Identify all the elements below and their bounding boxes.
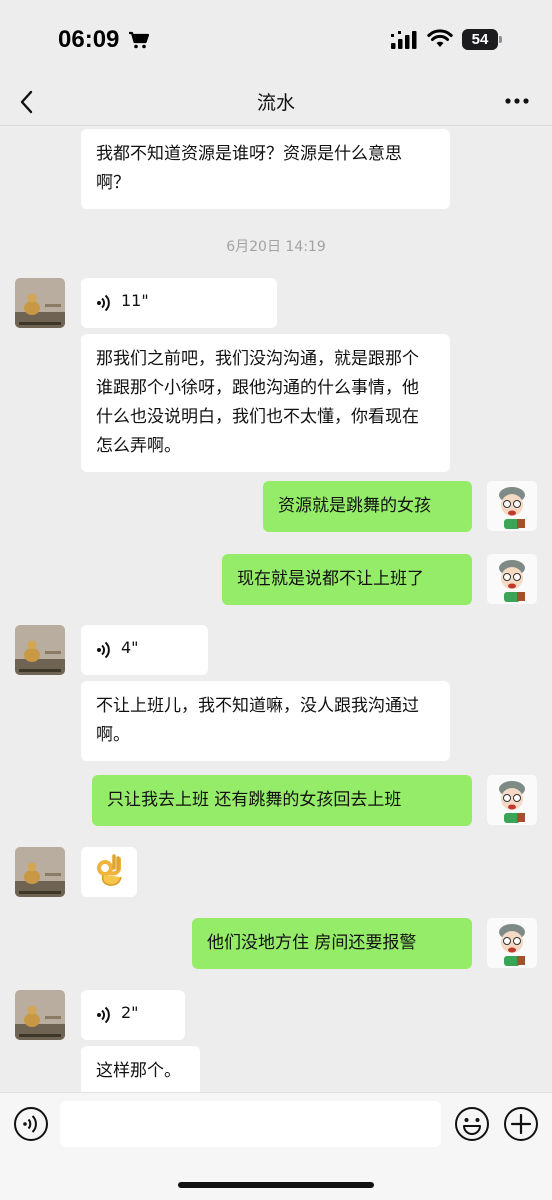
message-text: 他们没地方住 房间还要报警 (207, 933, 417, 953)
battery-nub (499, 36, 502, 43)
voice-duration: 2" (121, 1003, 139, 1022)
my-avatar-image (487, 554, 537, 604)
contact-avatar[interactable] (15, 990, 65, 1040)
voice-message[interactable]: 2" (81, 990, 185, 1040)
contact-avatar[interactable] (15, 847, 65, 897)
contact-avatar[interactable] (15, 625, 65, 675)
my-avatar-image (487, 918, 537, 968)
status-bar: 06:09 54 (0, 0, 552, 80)
incoming-message[interactable]: 那我们之前吧，我们没沟沟通，就是跟那个谁跟那个小徐呀，跟他沟通的什么事情，他什么… (81, 334, 450, 472)
emoji-icon[interactable] (454, 1106, 490, 1142)
message-input[interactable] (60, 1101, 441, 1147)
more-icon[interactable] (504, 96, 530, 106)
voice-message[interactable]: 11" (81, 278, 277, 328)
contact-avatar[interactable] (15, 278, 65, 328)
outgoing-message[interactable]: 现在就是说都不让上班了 (222, 554, 472, 605)
voice-message[interactable]: 4" (81, 625, 208, 675)
status-time: 06:09 (58, 26, 120, 53)
contact-avatar-image (15, 278, 65, 328)
outgoing-message[interactable]: 他们没地方住 房间还要报警 (192, 918, 472, 969)
message-text: 我都不知道资源是谁呀？资源是什么意思啊？ (96, 144, 402, 193)
voice-duration: 4" (121, 638, 139, 657)
voice-wave-icon (97, 1006, 110, 1024)
voice-duration: 11" (121, 291, 149, 310)
message-timestamp: 6月20日 14:19 (226, 239, 326, 255)
voice-wave-icon (97, 294, 110, 312)
chat-area[interactable]: 我都不知道资源是谁呀？资源是什么意思啊？ 6月20日 14:19 11" 那我们… (0, 126, 552, 1092)
my-avatar[interactable] (487, 554, 537, 604)
contact-avatar-image (15, 625, 65, 675)
outgoing-message[interactable]: 只让我去上班 还有跳舞的女孩回去上班 (92, 775, 472, 826)
my-avatar[interactable] (487, 481, 537, 531)
contact-avatar-image (15, 847, 65, 897)
voice-input-icon[interactable] (13, 1106, 49, 1142)
outgoing-message[interactable]: 资源就是跳舞的女孩 (263, 481, 472, 532)
nav-bar: 流水 (0, 80, 552, 126)
message-text: 那我们之前吧，我们没沟沟通，就是跟那个谁跟那个小徐呀，跟他沟通的什么事情，他什么… (96, 349, 419, 456)
battery-indicator: 54 (462, 29, 498, 50)
incoming-message[interactable]: 我都不知道资源是谁呀？资源是什么意思啊？ (81, 129, 450, 209)
message-text: 这样那个。 (96, 1061, 181, 1081)
incoming-message[interactable]: 不让上班儿，我不知道嘛，没人跟我沟通过啊。 (81, 681, 450, 761)
plus-icon[interactable] (503, 1106, 539, 1142)
ok-hand-emoji-icon (97, 854, 122, 886)
voice-wave-icon (97, 641, 110, 659)
home-indicator (178, 1182, 374, 1188)
cellular-signal-icon (391, 31, 417, 49)
incoming-message[interactable]: 这样那个。 (81, 1046, 200, 1092)
wifi-icon (427, 29, 453, 47)
emoji-message[interactable] (81, 847, 137, 897)
shopping-cart-icon (129, 31, 150, 49)
chat-title: 流水 (256, 92, 295, 114)
message-text: 只让我去上班 还有跳舞的女孩回去上班 (107, 790, 402, 810)
contact-avatar-image (15, 990, 65, 1040)
message-text: 资源就是跳舞的女孩 (278, 496, 431, 516)
message-text: 不让上班儿，我不知道嘛，没人跟我沟通过啊。 (96, 696, 419, 745)
my-avatar-image (487, 775, 537, 825)
my-avatar[interactable] (487, 775, 537, 825)
my-avatar[interactable] (487, 918, 537, 968)
my-avatar-image (487, 481, 537, 531)
message-text: 现在就是说都不让上班了 (237, 569, 424, 589)
